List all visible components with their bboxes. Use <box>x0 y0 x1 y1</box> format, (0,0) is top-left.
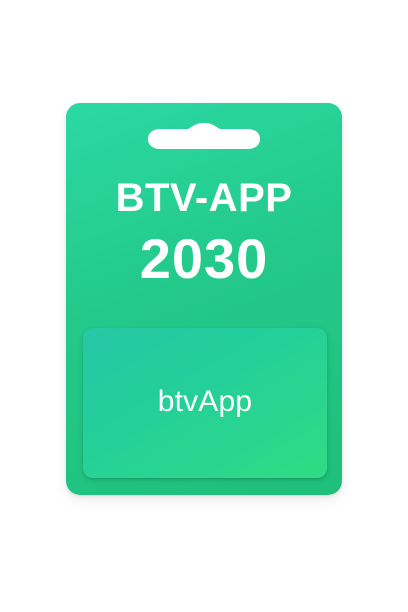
gift-card: btvApp <box>83 328 327 478</box>
brand-logo-text: btvApp <box>157 385 253 418</box>
product-image: BTV-APP 2030 btvApp <box>0 0 408 612</box>
hang-slot-icon <box>147 123 261 149</box>
product-title: BTV-APP <box>115 176 293 220</box>
brand-logo: btvApp <box>83 384 327 420</box>
product-denomination: 2030 <box>139 227 269 290</box>
